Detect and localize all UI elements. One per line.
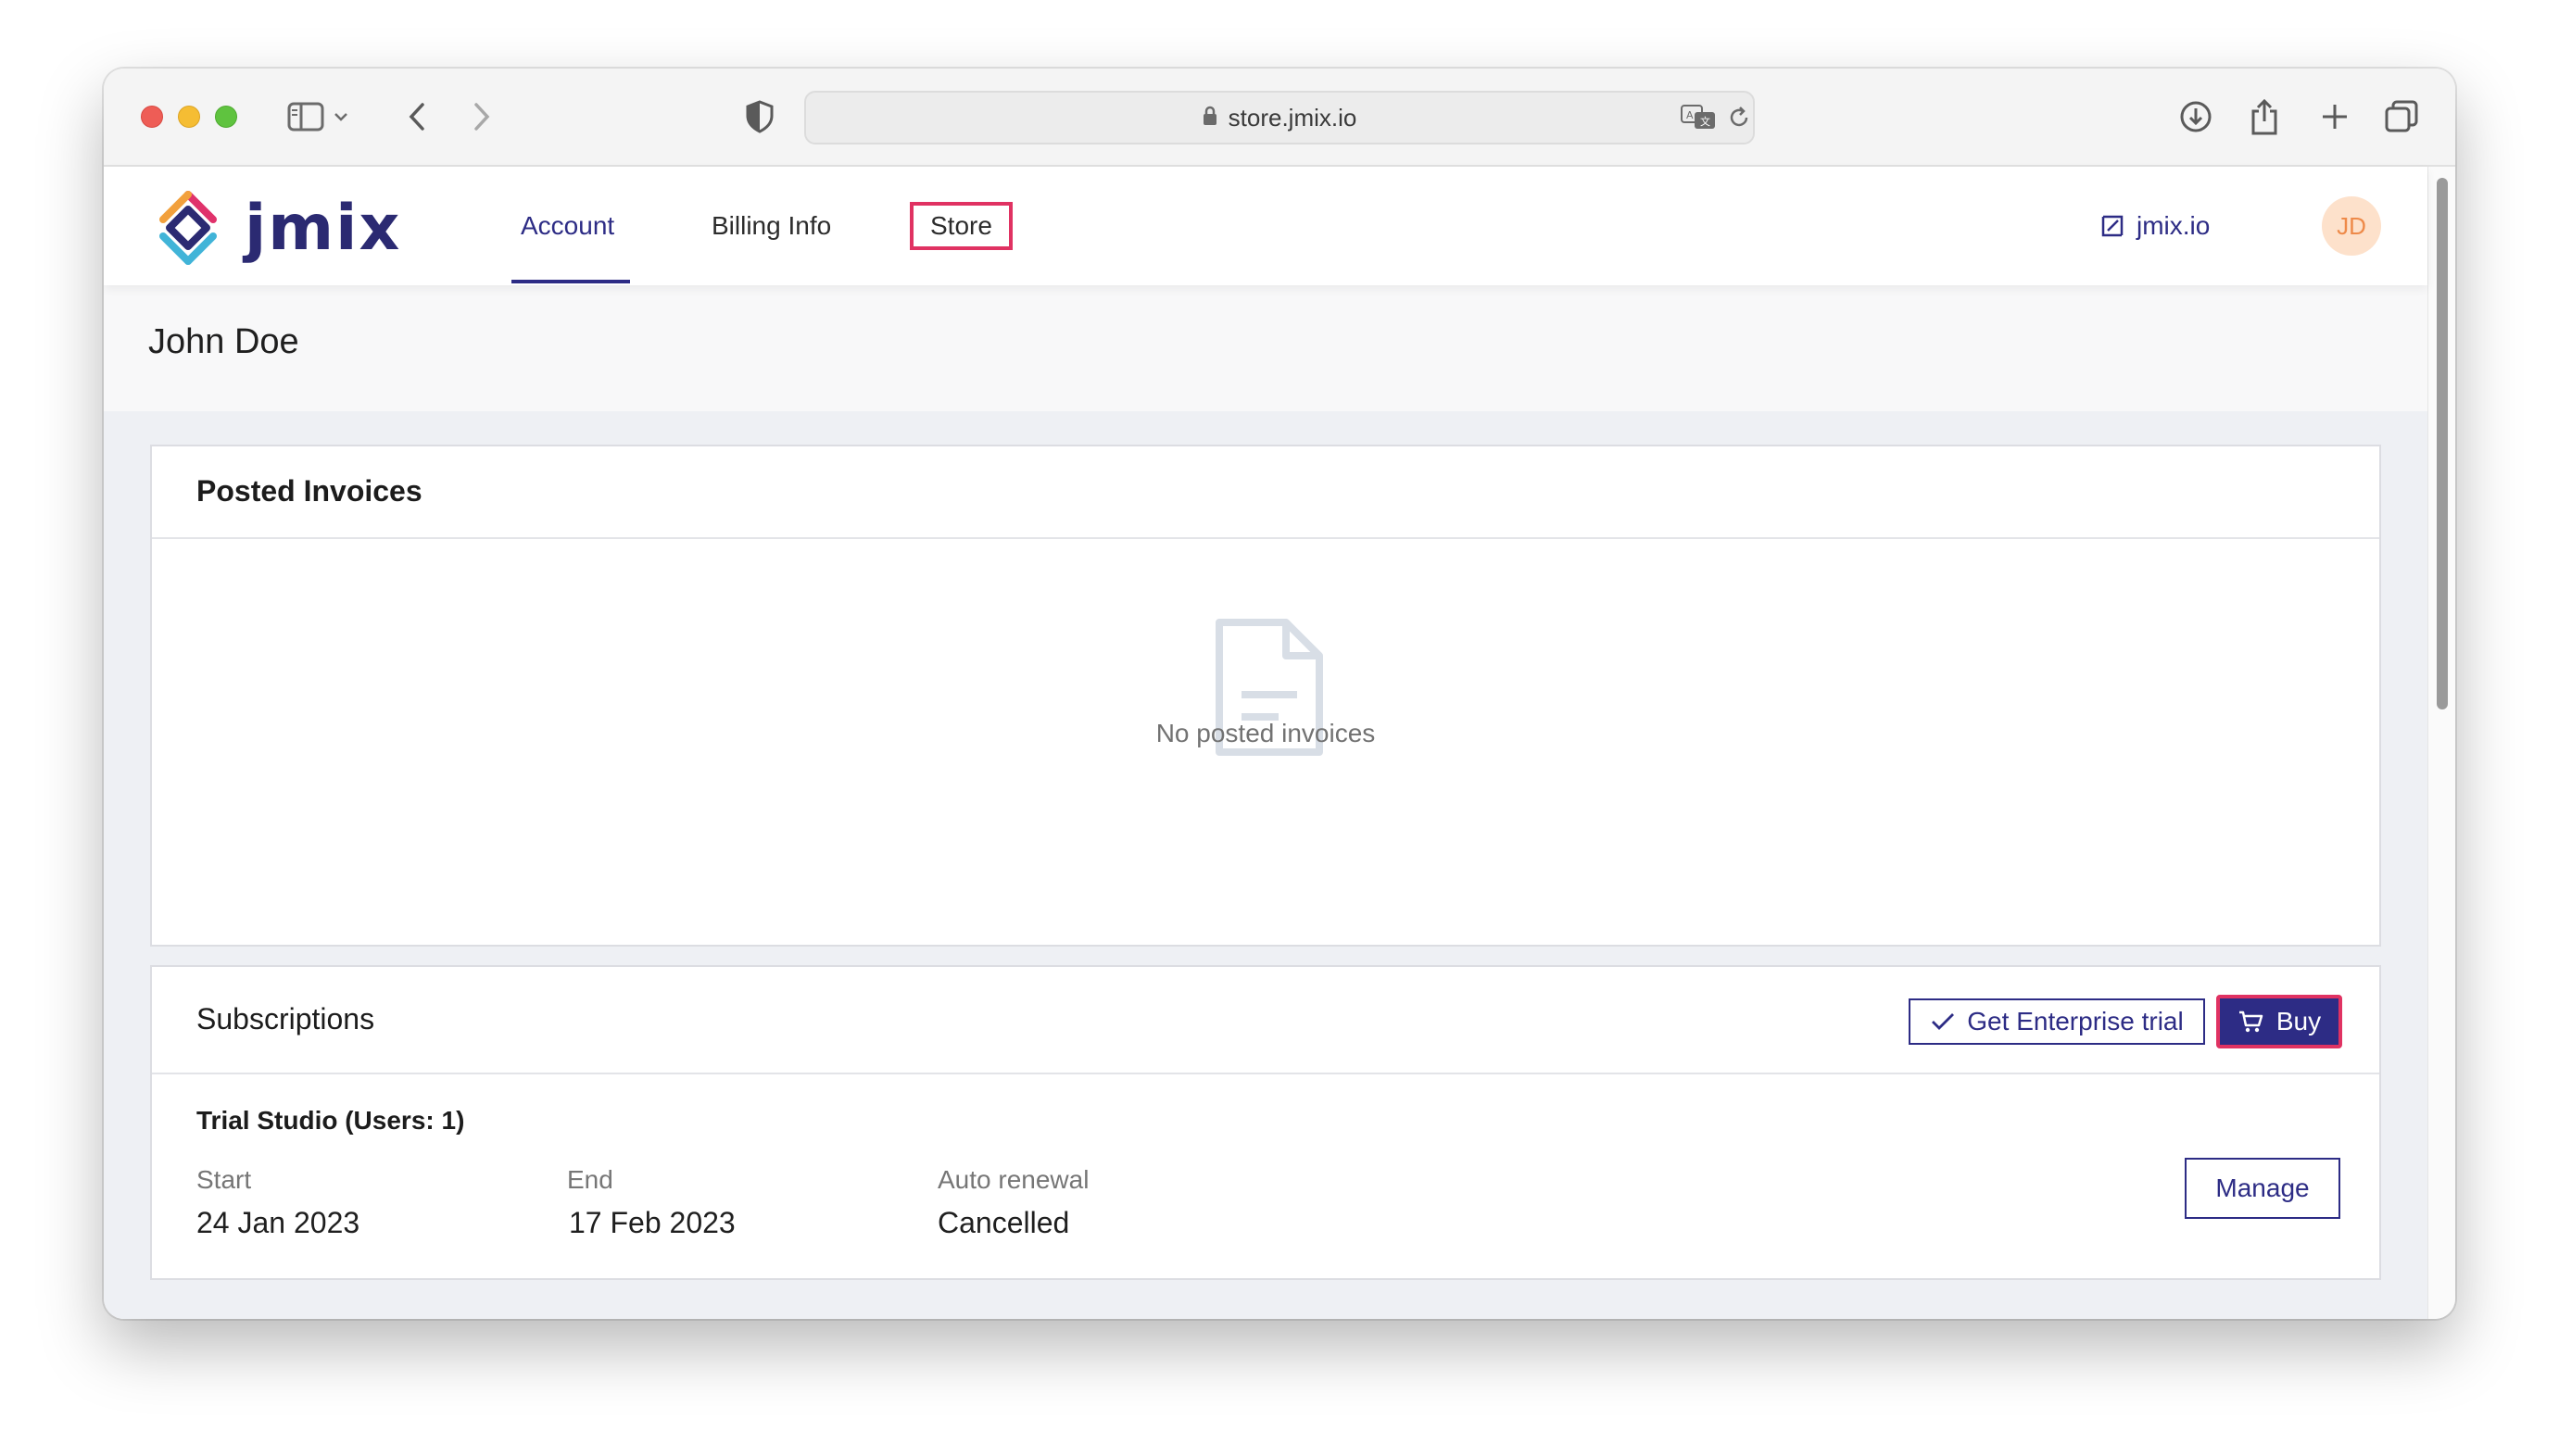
svg-text:文: 文 bbox=[1700, 115, 1710, 128]
translate-icon[interactable]: A文 bbox=[1681, 104, 1718, 136]
posted-invoices-title: Posted Invoices bbox=[196, 474, 422, 508]
chevron-down-icon[interactable] bbox=[330, 96, 352, 137]
subscriptions-header: Subscriptions Get Enterprise trial Buy bbox=[152, 967, 2379, 1074]
new-tab-plus-icon[interactable] bbox=[2314, 96, 2355, 137]
scrollbar-thumb[interactable] bbox=[2437, 178, 2448, 709]
posted-invoices-card: Posted Invoices No posted invoices bbox=[150, 445, 2381, 947]
tab-store[interactable]: Store bbox=[910, 167, 1013, 285]
forward-arrow-icon[interactable] bbox=[461, 96, 502, 137]
get-enterprise-trial-button[interactable]: Get Enterprise trial bbox=[1909, 998, 2205, 1045]
address-bar[interactable]: store.jmix.io A文 bbox=[804, 91, 1755, 144]
user-header: John Doe bbox=[104, 285, 2427, 411]
downloads-icon[interactable] bbox=[2175, 96, 2216, 137]
manage-button-label: Manage bbox=[2215, 1174, 2310, 1202]
tab-account[interactable]: Account bbox=[521, 167, 614, 285]
user-name: John Doe bbox=[148, 322, 299, 361]
manage-button[interactable]: Manage bbox=[2185, 1158, 2340, 1219]
start-label: Start bbox=[196, 1165, 252, 1194]
active-tab-indicator bbox=[511, 280, 630, 283]
no-invoices-message: No posted invoices bbox=[1155, 719, 1376, 747]
jmix-logo-icon bbox=[159, 191, 217, 265]
app-header: jmix Account Billing Info Store jmix.io … bbox=[104, 167, 2427, 285]
privacy-shield-icon[interactable] bbox=[739, 96, 780, 137]
browser-toolbar: store.jmix.io A文 bbox=[104, 69, 2455, 167]
end-value: 17 Feb 2023 bbox=[569, 1206, 736, 1239]
tab-overview-icon[interactable] bbox=[2381, 96, 2422, 137]
url-text: store.jmix.io bbox=[1228, 103, 1357, 132]
close-window-button[interactable] bbox=[141, 106, 163, 128]
external-link-icon bbox=[2101, 215, 2124, 237]
subscriptions-title: Subscriptions bbox=[196, 1002, 375, 1036]
page-content: John Doe Posted Invoices No posted invoi… bbox=[104, 285, 2427, 1319]
sidebar-toggle-icon[interactable] bbox=[285, 96, 326, 137]
auto-renewal-value: Cancelled bbox=[938, 1206, 1070, 1239]
reload-icon[interactable] bbox=[1727, 106, 1751, 134]
cart-icon bbox=[2238, 1010, 2263, 1033]
back-arrow-icon[interactable] bbox=[397, 96, 437, 137]
minimize-window-button[interactable] bbox=[178, 106, 200, 128]
lock-icon bbox=[1203, 104, 1217, 132]
tab-billing-info[interactable]: Billing Info bbox=[712, 167, 831, 285]
svg-text:A: A bbox=[1686, 109, 1694, 121]
end-label: End bbox=[567, 1165, 613, 1194]
tab-store-label: Store bbox=[910, 202, 1013, 250]
start-value: 24 Jan 2023 bbox=[196, 1206, 360, 1239]
buy-button[interactable]: Buy bbox=[2216, 995, 2342, 1048]
auto-renewal-label: Auto renewal bbox=[938, 1165, 1090, 1194]
checkmark-icon bbox=[1932, 1013, 1955, 1030]
subscription-name: Trial Studio (Users: 1) bbox=[196, 1106, 465, 1135]
get-enterprise-trial-label: Get Enterprise trial bbox=[1967, 1007, 2184, 1036]
logo-text: jmix bbox=[245, 191, 402, 265]
posted-invoices-header: Posted Invoices bbox=[152, 446, 2379, 539]
maximize-window-button[interactable] bbox=[215, 106, 237, 128]
buy-button-label: Buy bbox=[2275, 1007, 2322, 1036]
jmix-logo[interactable]: jmix bbox=[148, 189, 401, 267]
subscriptions-card: Subscriptions Get Enterprise trial Buy T… bbox=[150, 965, 2381, 1280]
jmix-io-link[interactable]: jmix.io bbox=[2099, 167, 2210, 285]
share-icon[interactable] bbox=[2244, 96, 2285, 137]
user-avatar[interactable]: JD bbox=[2322, 196, 2381, 256]
jmix-io-link-label: jmix.io bbox=[2137, 211, 2211, 240]
browser-window: store.jmix.io A文 jmix Account Billing In… bbox=[104, 69, 2455, 1319]
